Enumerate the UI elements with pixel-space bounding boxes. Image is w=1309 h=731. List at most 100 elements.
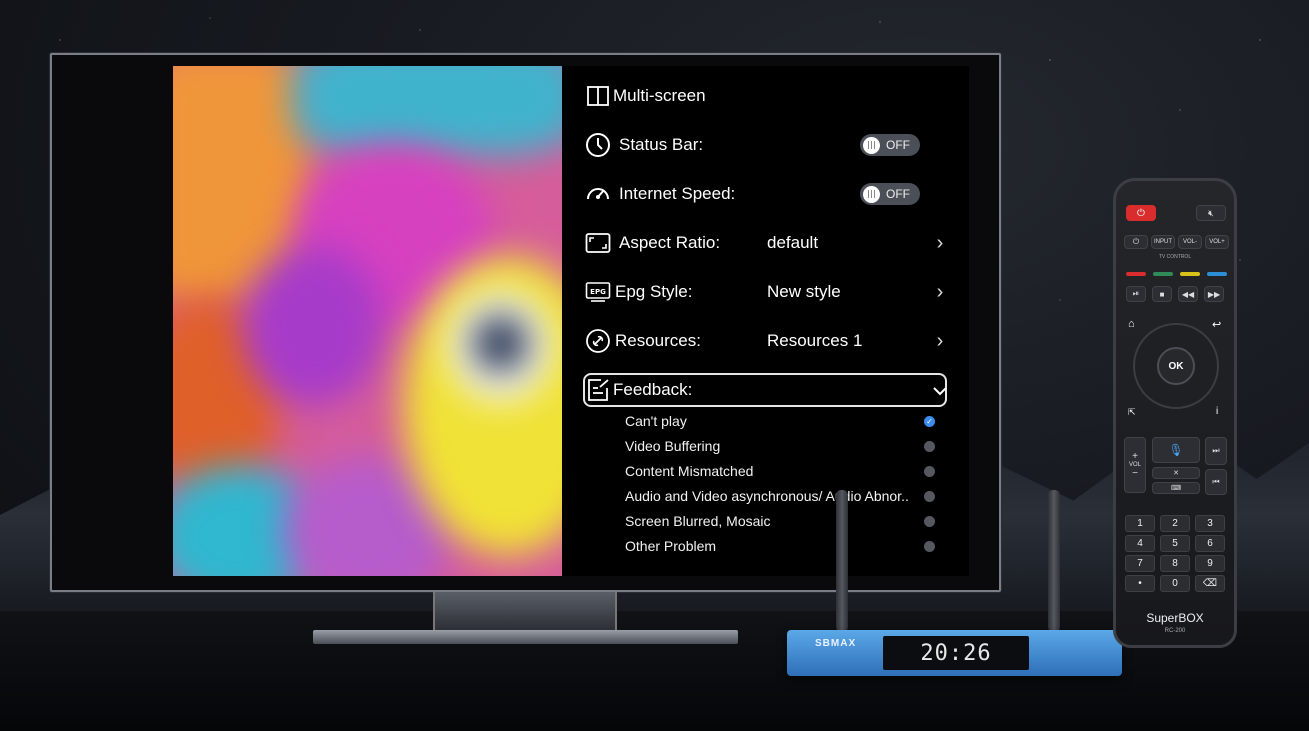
- toggle-knob: [863, 136, 880, 154]
- menu-item-multi-screen[interactable]: Multi-screen: [585, 78, 950, 114]
- key-9[interactable]: 9: [1195, 555, 1225, 572]
- menu-item-status-bar[interactable]: Status Bar: OFF: [585, 127, 950, 163]
- feedback-edit-icon: [585, 377, 611, 403]
- tv-power-button[interactable]: ⏻: [1124, 235, 1148, 249]
- feedback-option[interactable]: Can't play ✓: [625, 410, 935, 432]
- power-button[interactable]: ⏻: [1126, 205, 1156, 221]
- chevron-down-icon: [930, 379, 950, 402]
- tv-box: SBMAX 20:26: [787, 630, 1122, 676]
- status-bar-label: Status Bar:: [619, 135, 704, 154]
- status-bar-toggle[interactable]: OFF: [860, 134, 920, 156]
- key-0[interactable]: 0: [1160, 575, 1190, 592]
- key-6[interactable]: 6: [1195, 535, 1225, 552]
- internet-speed-state: OFF: [886, 187, 910, 201]
- key-5[interactable]: 5: [1160, 535, 1190, 552]
- multi-screen-label: Multi-screen: [613, 86, 706, 105]
- green-button[interactable]: [1153, 272, 1173, 276]
- multi-screen-icon: [585, 83, 611, 109]
- tv-stand-base: [313, 630, 738, 644]
- epg-style-label: Epg Style:: [615, 282, 693, 301]
- internet-speed-toggle[interactable]: OFF: [860, 183, 920, 205]
- key-2[interactable]: 2: [1160, 515, 1190, 532]
- menu-item-feedback[interactable]: Feedback:: [585, 372, 950, 408]
- chevron-right-icon: ›: [936, 329, 944, 352]
- numpad: 1 2 3 4 5 6 7 8 9 • 0 ⌫: [1125, 515, 1225, 592]
- fast-forward-button[interactable]: ▶▶: [1204, 286, 1224, 302]
- settings-button[interactable]: ✕: [1152, 467, 1200, 479]
- stop-button[interactable]: ■: [1152, 286, 1172, 302]
- mouse-icon[interactable]: ⇱: [1128, 407, 1136, 418]
- skip-previous-icon: ⏮: [1212, 477, 1220, 486]
- feedback-option[interactable]: Other Problem: [625, 535, 935, 557]
- clock-icon: [585, 132, 611, 158]
- yellow-button[interactable]: [1180, 272, 1200, 276]
- feedback-option[interactable]: Video Buffering: [625, 435, 935, 457]
- skip-next-icon: ⏭: [1212, 446, 1220, 455]
- blue-button[interactable]: [1207, 272, 1227, 276]
- menu-item-aspect-ratio[interactable]: Aspect Ratio: default ›: [585, 225, 950, 261]
- power-icon: ⏻: [1137, 207, 1145, 219]
- next-button[interactable]: ⏭: [1205, 437, 1227, 465]
- blurred-video-preview: [173, 66, 562, 576]
- mute-button[interactable]: 🔇︎: [1196, 205, 1226, 221]
- keyboard-button[interactable]: ⌨: [1152, 482, 1200, 494]
- internet-speed-label: Internet Speed:: [619, 184, 736, 203]
- keyboard-icon: ⌨: [1170, 485, 1182, 492]
- key-4[interactable]: 4: [1125, 535, 1155, 552]
- voice-button[interactable]: 🎙︎: [1152, 437, 1200, 463]
- epg-icon: EPG: [585, 279, 611, 305]
- input-button[interactable]: INPUT: [1151, 235, 1175, 249]
- key-8[interactable]: 8: [1160, 555, 1190, 572]
- key-7[interactable]: 7: [1125, 555, 1155, 572]
- vol-down-button[interactable]: VOL-: [1178, 235, 1202, 249]
- aspect-ratio-icon: [585, 230, 611, 256]
- tv-control-label: TV CONTROL: [1158, 254, 1192, 260]
- dpad[interactable]: OK: [1133, 323, 1219, 409]
- feedback-option[interactable]: Audio and Video asynchronous/ Audio Abno…: [625, 485, 935, 507]
- menu-item-internet-speed[interactable]: Internet Speed: OFF: [585, 176, 950, 212]
- box-brand: SBMAX: [815, 638, 857, 649]
- feedback-option[interactable]: Screen Blurred, Mosaic: [625, 510, 935, 532]
- red-button[interactable]: [1126, 272, 1146, 276]
- radio-unselected-icon: [924, 540, 935, 552]
- menu-item-resources[interactable]: Resources: Resources 1 ›: [585, 323, 950, 359]
- radio-unselected-icon: [924, 465, 935, 477]
- info-icon[interactable]: i: [1216, 406, 1218, 417]
- vol-up-button[interactable]: VOL+: [1205, 235, 1229, 249]
- feedback-option[interactable]: Content Mismatched: [625, 460, 935, 482]
- feedback-label: Feedback:: [613, 380, 693, 399]
- rewind-button[interactable]: ◀◀: [1178, 286, 1198, 302]
- key-3[interactable]: 3: [1195, 515, 1225, 532]
- microphone-icon: 🎙︎: [1168, 443, 1184, 457]
- back-icon[interactable]: ↩: [1212, 318, 1221, 331]
- box-clock-display: 20:26: [883, 636, 1029, 670]
- play-pause-icon: ⏯: [1132, 289, 1140, 298]
- volume-rocker[interactable]: + VOL −: [1124, 437, 1146, 493]
- mute-icon: 🔇︎: [1208, 207, 1214, 218]
- epg-style-value: New style: [767, 282, 841, 301]
- speedometer-icon: [585, 181, 611, 207]
- antenna-left: [836, 490, 848, 632]
- key-1[interactable]: 1: [1125, 515, 1155, 532]
- key-dot[interactable]: •: [1125, 575, 1155, 592]
- previous-button[interactable]: ⏮: [1205, 469, 1227, 495]
- link-icon: [585, 328, 611, 354]
- aspect-ratio-label: Aspect Ratio:: [619, 233, 721, 252]
- fast-forward-icon: ▶▶: [1207, 289, 1221, 299]
- stop-icon: ■: [1159, 289, 1165, 299]
- remote-model: RC-200: [1164, 628, 1186, 634]
- resources-value: Resources 1: [767, 331, 863, 350]
- antenna-right: [1048, 490, 1060, 632]
- key-delete[interactable]: ⌫: [1195, 575, 1225, 592]
- remote-control: ⏻ 🔇︎ ⏻ INPUT VOL- VOL+ TV CONTROL ⏯ ■ ◀◀…: [1113, 178, 1237, 648]
- play-pause-button[interactable]: ⏯: [1126, 286, 1146, 302]
- ok-button[interactable]: OK: [1157, 347, 1195, 385]
- chevron-right-icon: ›: [936, 280, 944, 303]
- radio-unselected-icon: [924, 490, 935, 502]
- home-icon[interactable]: ⌂: [1128, 318, 1135, 330]
- chevron-right-icon: ›: [936, 231, 944, 254]
- radio-unselected-icon: [924, 515, 935, 527]
- settings-menu: Multi-screen Status Bar: OFF Internet Sp…: [562, 66, 969, 576]
- toggle-knob: [863, 185, 880, 203]
- menu-item-epg-style[interactable]: EPG Epg Style: New style ›: [585, 274, 950, 310]
